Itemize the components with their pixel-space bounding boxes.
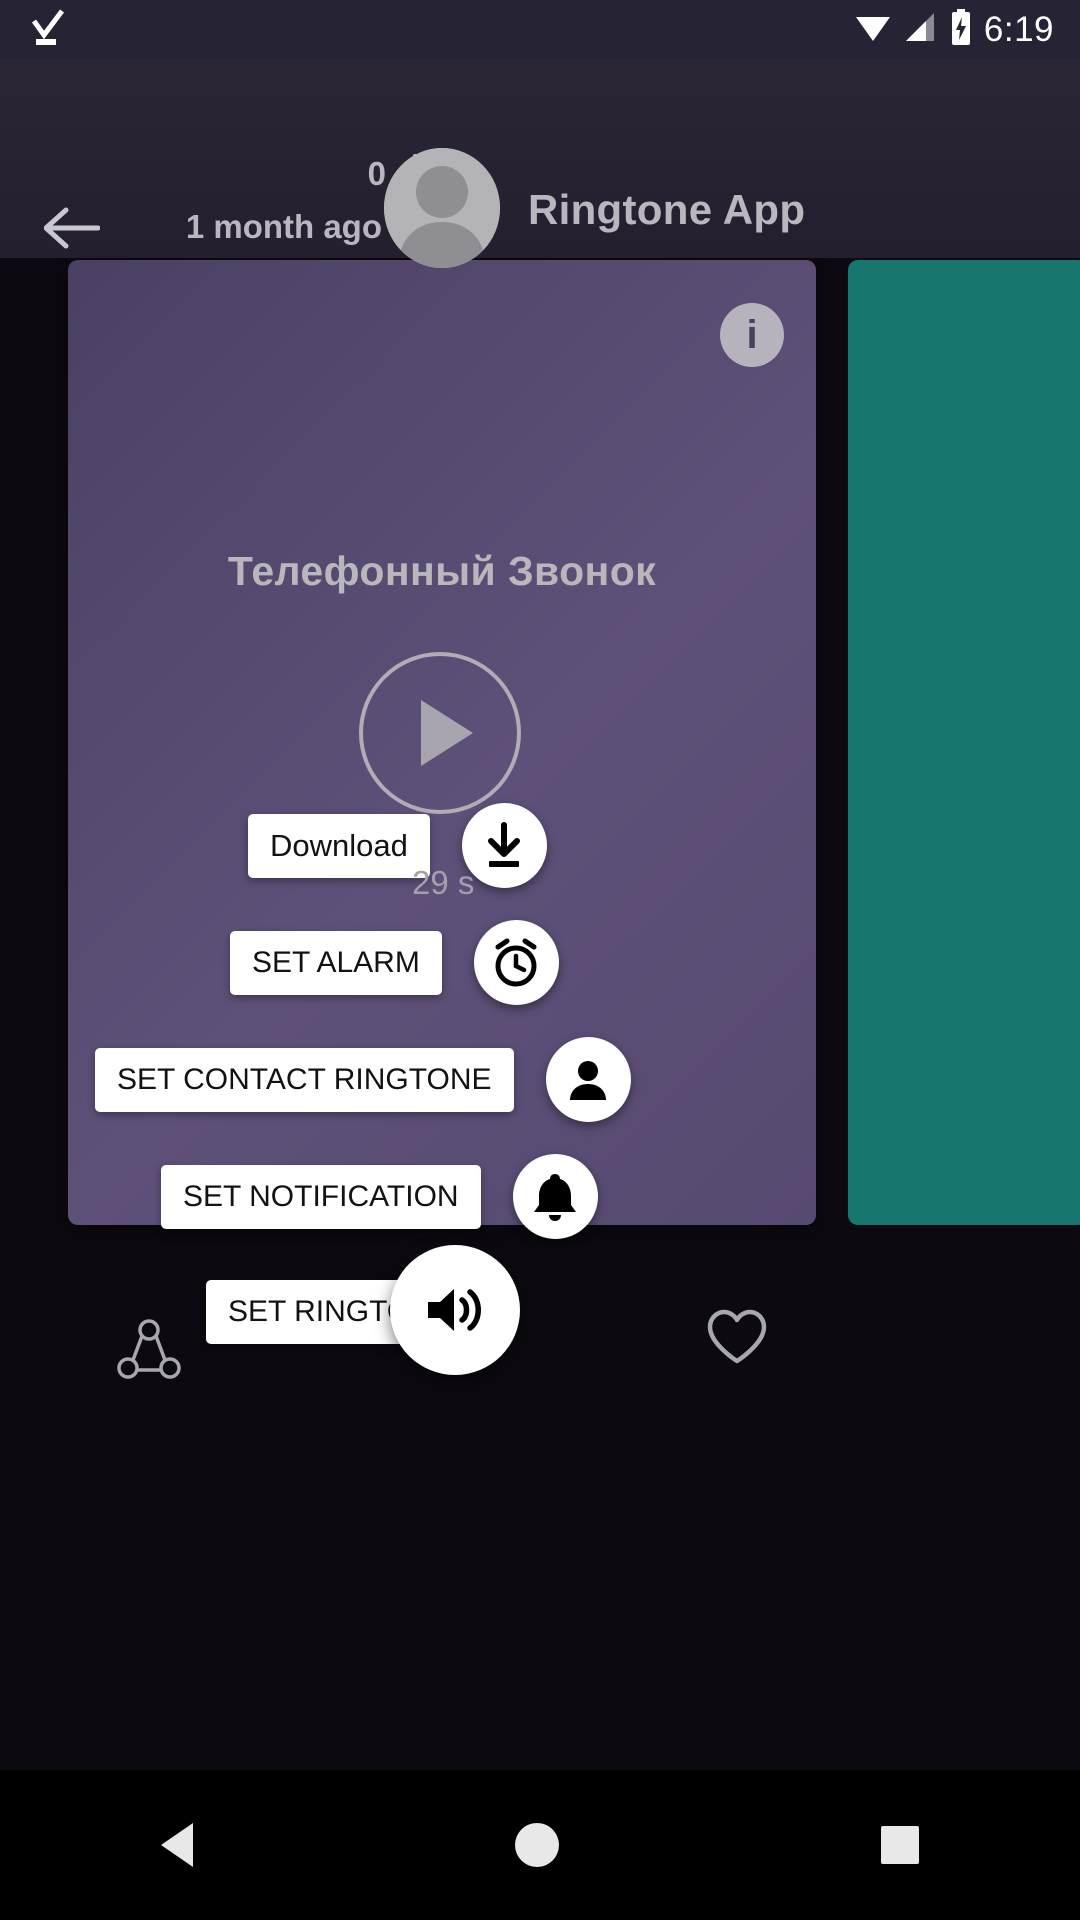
download-count-value: 0: [367, 155, 386, 192]
download-icon: [488, 821, 521, 867]
set-notification-fab[interactable]: [512, 1154, 598, 1239]
next-track-card[interactable]: [848, 260, 1080, 1225]
set-alarm-label[interactable]: SET ALARM: [230, 930, 442, 995]
set-ringtone-fab[interactable]: [390, 1245, 520, 1375]
back-button[interactable]: [43, 206, 101, 255]
action-row-download: Download: [248, 803, 547, 888]
battery-charging-icon: [950, 8, 972, 50]
status-bar: 6:19: [0, 0, 1080, 58]
info-label: i: [746, 313, 758, 357]
age-value: 1 month ago: [185, 208, 382, 245]
play-button[interactable]: [359, 652, 521, 814]
action-row-contact-ringtone: SET CONTACT RINGTONE: [95, 1037, 631, 1122]
set-alarm-fab[interactable]: [473, 920, 559, 1005]
avatar[interactable]: [384, 148, 500, 268]
app-screen: 6:19 0 1 month ago Ringtone App i Телефо…: [0, 0, 1080, 1920]
person-icon: [570, 1060, 606, 1100]
set-notification-label[interactable]: SET NOTIFICATION: [161, 1164, 481, 1229]
favorite-button[interactable]: [706, 1308, 768, 1371]
wifi-icon: [854, 11, 892, 48]
nav-home-icon[interactable]: [515, 1823, 559, 1867]
bottom-action-bar: [0, 1240, 1080, 1470]
status-bar-left: [30, 7, 66, 52]
track-duration: 29 s: [412, 864, 475, 901]
action-row-notification: SET NOTIFICATION: [161, 1154, 598, 1239]
status-bar-clock: 6:19: [983, 9, 1054, 49]
volume-up-icon: [428, 1289, 481, 1331]
avatar-placeholder-icon: [384, 148, 500, 268]
android-nav-bar: [0, 1770, 1080, 1920]
nav-back-icon[interactable]: [161, 1823, 193, 1867]
heart-outline-icon: [707, 1309, 767, 1364]
download-complete-icon: [30, 7, 66, 52]
share-button[interactable]: [116, 1318, 182, 1389]
set-contact-ringtone-fab[interactable]: [545, 1037, 631, 1122]
cellular-signal-icon: [904, 11, 938, 48]
download-label[interactable]: Download: [248, 813, 430, 878]
download-fab[interactable]: [461, 803, 547, 888]
app-header: 0 1 month ago Ringtone App: [0, 58, 1080, 268]
track-title: Телефонный Звонок: [227, 548, 657, 594]
bell-icon: [534, 1173, 577, 1221]
info-icon[interactable]: i: [720, 303, 784, 367]
share-icon: [117, 1319, 181, 1379]
nav-recents-icon[interactable]: [881, 1826, 919, 1864]
play-icon: [421, 700, 473, 766]
set-contact-ringtone-label[interactable]: SET CONTACT RINGTONE: [95, 1047, 514, 1112]
page-title: Ringtone App: [528, 186, 806, 233]
alarm-icon: [495, 938, 537, 986]
status-bar-right: 6:19: [854, 8, 1054, 50]
action-row-alarm: SET ALARM: [230, 920, 559, 1005]
